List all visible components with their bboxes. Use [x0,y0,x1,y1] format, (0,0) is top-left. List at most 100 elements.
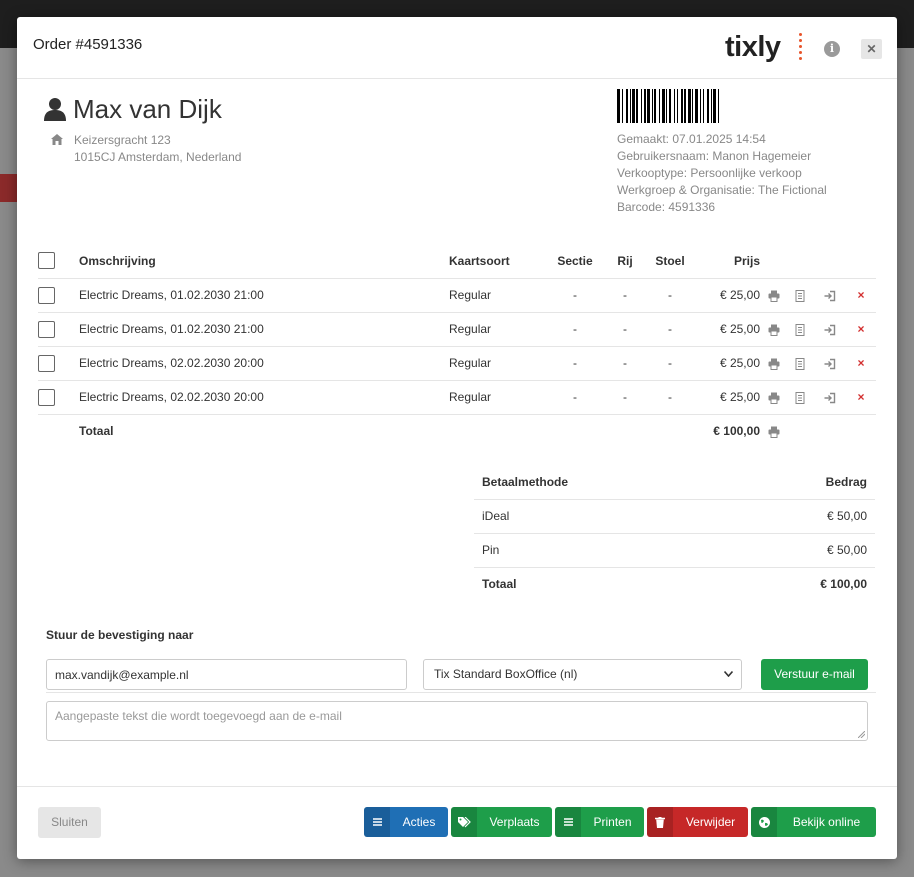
trash-icon [647,807,673,837]
ticket-select-cell [38,311,79,346]
tickets-total-value: € 100,00 [694,413,762,448]
document-icon[interactable] [786,311,814,346]
delete-icon[interactable]: × [846,379,876,414]
print-icon[interactable] [762,345,786,380]
actions-label: Acties [402,815,436,829]
ticket-price: € 25,00 [694,379,762,414]
ticket-checkbox[interactable] [38,388,55,406]
print-icon[interactable] [762,379,786,414]
print-icon[interactable] [762,413,786,448]
ticket-checkbox[interactable] [38,354,55,372]
tickets-table: Omschrijving Kaartsoort Sectie Rij Stoel… [38,244,876,448]
delete-button[interactable]: Verwijder [647,807,748,837]
divider [46,692,876,693]
ticket-section: - [546,379,604,414]
home-icon [51,134,63,145]
payment-total-row: Totaal € 100,00 [474,566,875,601]
ticket-description: Electric Dreams, 02.02.2030 20:00 [79,345,449,380]
custom-text-textarea[interactable]: Aangepaste tekst die wordt toegevoegd aa… [46,701,868,741]
ticket-row-number: - [604,379,646,414]
ticket-checkbox[interactable] [38,320,55,338]
payment-total-value: € 100,00 [724,566,875,601]
payment-amount: € 50,00 [724,532,875,567]
address-city: 1015CJ Amsterdam, Nederland [74,150,242,164]
logo-dots [799,33,803,63]
ticket-description: Electric Dreams, 01.02.2030 21:00 [79,277,449,312]
modal-header: Order #4591336 tixly i ✕ [17,17,897,79]
sign-in-icon[interactable] [814,277,846,312]
order-meta: Gemaakt: 07.01.2025 14:54 Gebruikersnaam… [617,131,827,216]
col-payment-amount: Bedrag [825,475,867,490]
user-icon [44,98,66,121]
print-label: Printen [593,815,632,829]
col-seat: Stoel [655,253,685,268]
ticket-type: Regular [449,345,546,380]
col-ticket-type: Kaartsoort [449,253,510,268]
move-button[interactable]: Verplaats [451,807,552,837]
tickets-total-label: Totaal [79,413,449,448]
ticket-seat: - [646,379,694,414]
ticket-row: Electric Dreams, 02.02.2030 20:00 Regular… [38,379,876,414]
ticket-checkbox[interactable] [38,286,55,304]
sign-in-icon[interactable] [814,311,846,346]
close-icon[interactable]: ✕ [861,39,882,59]
ticket-type: Regular [449,277,546,312]
ticket-row-number: - [604,311,646,346]
order-modal: Order #4591336 tixly i ✕ Max van Dijk Ke… [17,17,897,859]
ticket-section: - [546,311,604,346]
ticket-description: Electric Dreams, 01.02.2030 21:00 [79,311,449,346]
customer-name: Max van Dijk [73,94,222,124]
menu-icon [364,807,390,837]
meta-sale-type: Verkooptype: Persoonlijke verkoop [617,166,802,180]
tickets-header-row: Omschrijving Kaartsoort Sectie Rij Stoel… [38,244,876,278]
ticket-price: € 25,00 [694,277,762,312]
resize-handle-icon[interactable] [858,731,865,738]
info-icon[interactable]: i [824,41,840,57]
document-icon[interactable] [786,277,814,312]
select-all-cell [38,244,79,278]
payment-total-label: Totaal [474,566,724,601]
sign-in-icon[interactable] [814,379,846,414]
payment-method: iDeal [474,498,724,533]
ticket-price: € 25,00 [694,345,762,380]
menu-icon [555,807,581,837]
document-icon[interactable] [786,379,814,414]
ticket-section: - [546,277,604,312]
view-online-button[interactable]: Bekijk online [751,807,876,837]
globe-icon [751,807,777,837]
delete-icon[interactable]: × [846,277,876,312]
payments-table: Betaalmethode Bedrag iDeal € 50,00 Pin €… [474,466,875,601]
print-button[interactable]: Printen [555,807,644,837]
print-icon[interactable] [762,311,786,346]
ticket-section: - [546,345,604,380]
tickets-total-row: Totaal € 100,00 [38,413,876,448]
col-section: Sectie [557,253,593,268]
move-label: Verplaats [489,815,540,829]
meta-username: Gebruikersnaam: Manon Hagemeier [617,149,812,163]
payment-row: Pin € 50,00 [474,532,875,567]
modal-title: Order #4591336 [33,36,143,53]
meta-workgroup: Werkgroep & Organisatie: The Fictional [617,183,827,197]
close-button[interactable]: Sluiten [38,807,101,838]
barcode-image [617,89,719,123]
select-all-checkbox[interactable] [38,252,55,270]
ticket-select-cell [38,379,79,414]
col-description: Omschrijving [79,253,156,268]
actions-button[interactable]: Acties [364,807,448,837]
col-payment-method: Betaalmethode [482,475,569,490]
template-select[interactable]: Tix Standard BoxOffice (nl) [423,659,742,690]
print-icon[interactable] [762,277,786,312]
delete-icon[interactable]: × [846,311,876,346]
ticket-seat: - [646,311,694,346]
chevron-down-icon [724,671,733,677]
payment-amount: € 50,00 [724,498,875,533]
document-icon[interactable] [786,345,814,380]
ticket-description: Electric Dreams, 02.02.2030 20:00 [79,379,449,414]
email-input[interactable] [46,659,407,690]
ticket-type: Regular [449,311,546,346]
sign-in-icon[interactable] [814,345,846,380]
customer-address: Keizersgracht 123 1015CJ Amsterdam, Nede… [74,132,241,166]
delete-icon[interactable]: × [846,345,876,380]
send-email-button[interactable]: Verstuur e-mail [761,659,868,690]
send-confirmation-label: Stuur de bevestiging naar [46,628,194,642]
